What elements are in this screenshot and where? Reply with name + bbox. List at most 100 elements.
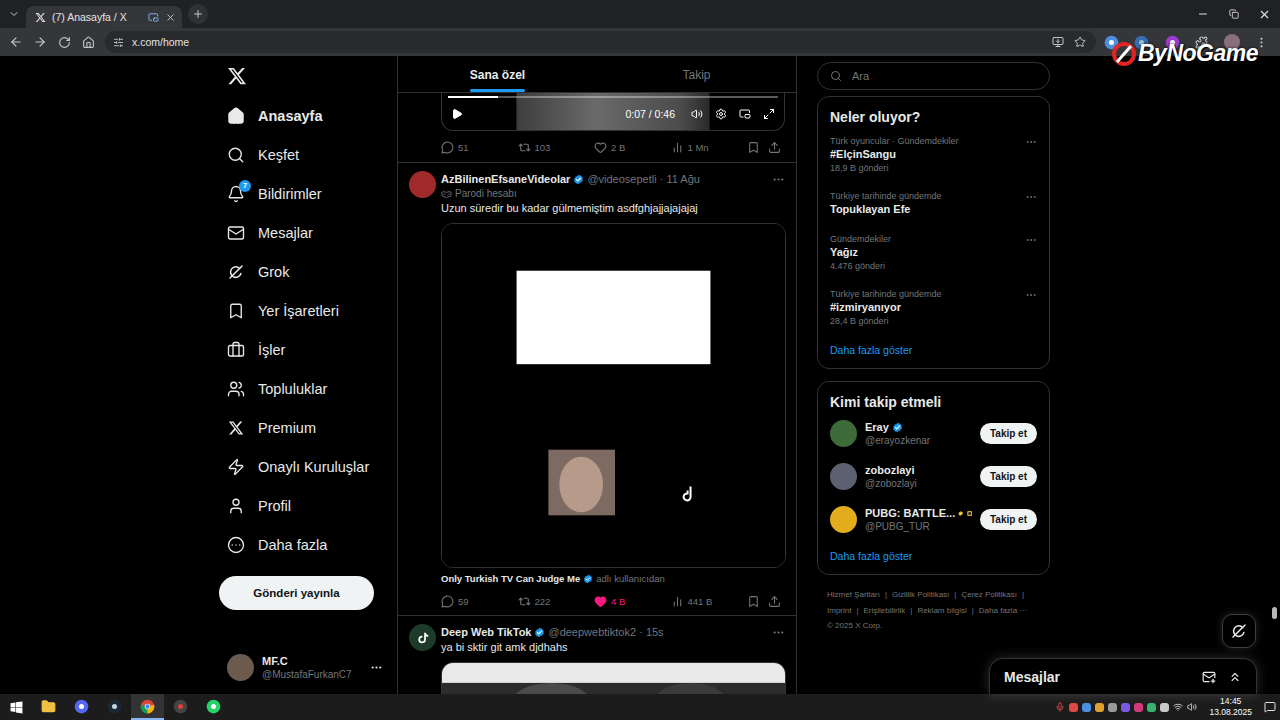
- show-more-link[interactable]: Daha fazla göster: [818, 541, 1049, 574]
- share-icon[interactable]: [768, 141, 781, 154]
- trend-more-button[interactable]: [1025, 190, 1037, 203]
- footer-link[interactable]: Imprint: [827, 603, 851, 619]
- grok-button[interactable]: [1222, 614, 1256, 648]
- nav-item[interactable]: Daha fazla: [215, 525, 397, 564]
- back-button[interactable]: [4, 30, 28, 54]
- attribution-name[interactable]: Only Turkish TV Can Judge Me: [441, 573, 580, 585]
- trend-item[interactable]: Türkiye tarihinde gündemdeTopuklayan Efe: [818, 182, 1049, 225]
- follow-button[interactable]: Takip et: [980, 466, 1037, 487]
- follow-item[interactable]: PUBG: BATTLE...@PUBG_TURTakip et: [818, 498, 1049, 541]
- notifications-icon[interactable]: [1264, 701, 1276, 713]
- video-player[interactable]: 0:07 / 0:46: [441, 93, 785, 131]
- install-app-icon[interactable]: [1052, 36, 1064, 48]
- taskbar-app[interactable]: [131, 694, 164, 720]
- footer-link[interactable]: Reklam bilgisi: [917, 603, 966, 619]
- trend-more-button[interactable]: [1025, 135, 1037, 148]
- trend-more-button[interactable]: [1025, 288, 1037, 301]
- new-tab-button[interactable]: [188, 4, 208, 24]
- feed-tab[interactable]: Takip: [597, 56, 796, 92]
- nav-item[interactable]: Anasayfa: [215, 96, 397, 135]
- post-avatar[interactable]: [409, 624, 436, 651]
- like-button[interactable]: 2 B: [594, 141, 671, 154]
- taskbar-app[interactable]: [65, 694, 98, 720]
- like-button[interactable]: 4 B: [594, 595, 671, 608]
- taskbar-app[interactable]: [197, 694, 230, 720]
- reload-button[interactable]: [52, 30, 76, 54]
- home-button[interactable]: [76, 30, 100, 54]
- footer-link[interactable]: Hizmet Şartları: [827, 587, 880, 603]
- follow-item[interactable]: Eray@erayozkenarTakip et: [818, 412, 1049, 455]
- footer-link[interactable]: Gizlilik Politikası: [892, 587, 949, 603]
- menu-icon[interactable]: [1255, 36, 1268, 49]
- bookmark-icon[interactable]: [747, 595, 760, 608]
- reply-button[interactable]: 59: [441, 595, 518, 608]
- bookmark-icon[interactable]: [747, 141, 760, 154]
- minimize-button[interactable]: [1187, 0, 1218, 28]
- nav-item[interactable]: Profil: [215, 486, 397, 525]
- x-logo[interactable]: [215, 56, 397, 96]
- nav-item[interactable]: Grok: [215, 252, 397, 291]
- footer-link[interactable]: Erişilebilirlik: [864, 603, 906, 619]
- share-icon[interactable]: [768, 595, 781, 608]
- reply-button[interactable]: 51: [441, 141, 518, 154]
- footer-link[interactable]: Çerez Politikası: [961, 587, 1017, 603]
- post-avatar[interactable]: [409, 171, 436, 198]
- clock[interactable]: 14:4513.08.2025: [1201, 696, 1260, 718]
- follow-button[interactable]: Takip et: [980, 423, 1037, 444]
- search-input[interactable]: [850, 69, 1037, 83]
- messages-drawer[interactable]: Mesajlar: [989, 658, 1257, 694]
- footer-more[interactable]: Daha fazla ···: [979, 603, 1027, 619]
- feed-tab[interactable]: Sana özel: [398, 56, 597, 92]
- nav-item[interactable]: Topluluklar: [215, 369, 397, 408]
- follow-button[interactable]: Takip et: [980, 509, 1037, 530]
- tab-close-icon[interactable]: [165, 12, 176, 23]
- browser-tab[interactable]: (7) Anasayfa / X: [26, 6, 182, 28]
- show-more-link[interactable]: Daha fazla göster: [818, 335, 1049, 368]
- settings-icon[interactable]: [715, 108, 727, 120]
- restore-button[interactable]: [1218, 0, 1249, 28]
- nav-item[interactable]: Mesajlar: [215, 213, 397, 252]
- post-media[interactable]: [441, 662, 786, 694]
- post-more-button[interactable]: [772, 173, 785, 186]
- bookmark-star-icon[interactable]: [1074, 36, 1086, 48]
- post-media[interactable]: [441, 223, 786, 568]
- trend-item[interactable]: Türkiye tarihinde gündemde#izmiryanıyor2…: [818, 280, 1049, 335]
- author-name[interactable]: AzBilinenEfsaneVideolar: [441, 171, 570, 187]
- views-button[interactable]: 441 B: [671, 595, 748, 608]
- taskbar-app[interactable]: [164, 694, 197, 720]
- new-message-icon[interactable]: [1202, 670, 1216, 684]
- repost-button[interactable]: 103: [518, 141, 595, 154]
- trend-more-button[interactable]: [1025, 233, 1037, 246]
- trend-item[interactable]: Türk oyuncular · Gündemdekiler#ElçinSang…: [818, 127, 1049, 182]
- address-bar[interactable]: x.com/home: [105, 31, 1096, 53]
- scrollbar-thumb[interactable]: [1272, 607, 1277, 619]
- picture-in-picture-icon[interactable]: [739, 108, 751, 120]
- nav-item[interactable]: Onaylı Kuruluşlar: [215, 447, 397, 486]
- nav-item[interactable]: Keşfet: [215, 135, 397, 174]
- trend-item[interactable]: GündemdekilerYağız4.476 gönderi: [818, 225, 1049, 280]
- views-button[interactable]: 1 Mn: [671, 141, 748, 154]
- fullscreen-icon[interactable]: [763, 108, 775, 120]
- start-button[interactable]: [0, 694, 32, 720]
- taskbar-app[interactable]: [98, 694, 131, 720]
- close-button[interactable]: [1249, 0, 1280, 28]
- post-more-button[interactable]: [772, 626, 785, 639]
- scrollbar[interactable]: [1268, 56, 1280, 694]
- post-button[interactable]: Gönderi yayınla: [219, 576, 374, 610]
- volume-icon[interactable]: [691, 108, 703, 120]
- tab-search-button[interactable]: [4, 4, 24, 24]
- nav-item[interactable]: Yer İşaretleri: [215, 291, 397, 330]
- play-icon[interactable]: [451, 108, 463, 120]
- repost-button[interactable]: 222: [518, 595, 595, 608]
- nav-item[interactable]: İşler: [215, 330, 397, 369]
- author-name[interactable]: Deep Web TikTok: [441, 624, 531, 640]
- extensions-puzzle-icon[interactable]: [1195, 36, 1208, 49]
- taskbar-app[interactable]: [32, 694, 65, 720]
- nav-item[interactable]: 7Bildirimler: [215, 174, 397, 213]
- nav-item[interactable]: Premium: [215, 408, 397, 447]
- account-switcher[interactable]: MF.C@MustafaFurkanC7: [215, 654, 397, 681]
- forward-button[interactable]: [28, 30, 52, 54]
- follow-item[interactable]: zobozlayi@zobozlayiTakip et: [818, 455, 1049, 498]
- profile-avatar[interactable]: [1224, 34, 1240, 50]
- expand-icon[interactable]: [1228, 670, 1242, 684]
